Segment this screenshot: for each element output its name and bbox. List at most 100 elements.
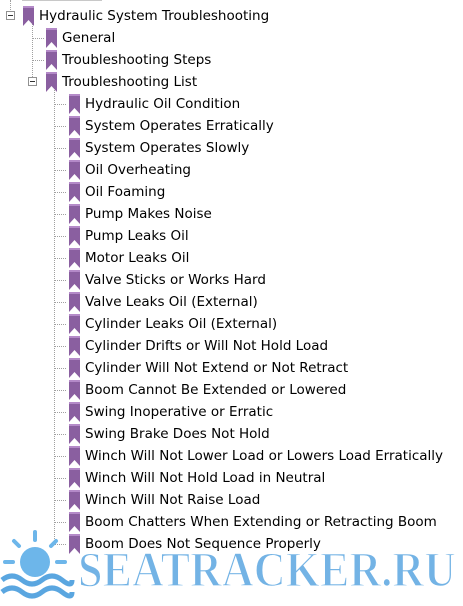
bookmark-icon [69, 336, 80, 356]
bookmark-icon [69, 270, 80, 290]
tree-line [54, 478, 66, 479]
tree-item-label: Troubleshooting Steps [62, 52, 212, 68]
collapse-toggle[interactable] [6, 11, 15, 20]
watermark-text: SEATRACKER.RU [78, 541, 456, 597]
tree-line [54, 88, 55, 543]
tree-item-label: Valve Sticks or Works Hard [85, 272, 266, 288]
tree-line [54, 434, 66, 435]
tree-item-label: Swing Brake Does Not Hold [85, 426, 270, 442]
tree-item[interactable]: Cylinder Will Not Extend or Not Retract [68, 357, 348, 379]
tree-item[interactable]: Swing Brake Does Not Hold [68, 423, 270, 445]
tree-item[interactable]: Valve Leaks Oil (External) [68, 291, 258, 313]
tree-line [54, 214, 66, 215]
tree-item[interactable]: Cylinder Drifts or Will Not Hold Load [68, 335, 328, 357]
collapse-toggle[interactable] [28, 77, 37, 86]
tree-item-label: Oil Foaming [85, 184, 166, 200]
tree-item[interactable]: Motor Leaks Oil [68, 247, 189, 269]
tree-item-troubleshooting-list[interactable]: Troubleshooting List [45, 71, 197, 93]
tree-item[interactable]: Cylinder Leaks Oil (External) [68, 313, 277, 335]
tree-item-label: Cylinder Leaks Oil (External) [85, 316, 278, 332]
tree-item-label: Hydraulic System Troubleshooting [39, 8, 270, 24]
tree-item-label: Winch Will Not Raise Load [85, 492, 261, 508]
tree-item-root[interactable]: Hydraulic System Troubleshooting [22, 5, 269, 27]
tree-item-general[interactable]: General [45, 27, 115, 49]
tree-item[interactable]: Boom Cannot Be Extended or Lowered [68, 379, 346, 401]
bookmark-icon [46, 72, 57, 92]
tree-line [54, 126, 66, 127]
tree-item-label: System Operates Erratically [85, 118, 274, 134]
tree-item[interactable]: Winch Will Not Raise Load [68, 489, 260, 511]
tree-item[interactable]: System Operates Slowly [68, 137, 249, 159]
tree-item-label: Pump Leaks Oil [85, 228, 189, 244]
tree-item-label: Hydraulic Oil Condition [85, 96, 241, 112]
bookmark-icon [69, 314, 80, 334]
tree-item-label: Valve Leaks Oil (External) [85, 294, 258, 310]
bookmark-icon [69, 358, 80, 378]
bookmark-icon [69, 402, 80, 422]
tree-item-label: Boom Cannot Be Extended or Lowered [85, 382, 347, 398]
tree-line [54, 302, 66, 303]
tree-item[interactable]: Oil Overheating [68, 159, 191, 181]
tree-line [54, 500, 66, 501]
bookmark-icon [46, 50, 57, 70]
bookmark-icon [69, 204, 80, 224]
tree-item-label: Oil Overheating [85, 162, 191, 178]
tree-line [32, 38, 44, 39]
tree-item[interactable]: Valve Sticks or Works Hard [68, 269, 266, 291]
tree-item-label: Troubleshooting List [62, 74, 198, 90]
bookmark-icon [69, 446, 80, 466]
bookmark-icon [23, 6, 34, 26]
cut-off-previous-row [22, 0, 102, 1]
tree-line [54, 346, 66, 347]
tree-item[interactable]: Swing Inoperative or Erratic [68, 401, 273, 423]
bookmark-icon [69, 226, 80, 246]
tree-item[interactable]: Pump Makes Noise [68, 203, 212, 225]
tree-line [54, 148, 66, 149]
tree-item[interactable]: Oil Foaming [68, 181, 165, 203]
tree-line [54, 324, 66, 325]
tree-item[interactable]: System Operates Erratically [68, 115, 274, 137]
tree-item-label: Winch Will Not Lower Load or Lowers Load… [85, 448, 444, 464]
bookmark-icon [69, 182, 80, 202]
tree-item-label: Pump Makes Noise [85, 206, 212, 222]
tree-item[interactable]: Pump Leaks Oil [68, 225, 189, 247]
watermark: SEATRACKER.RU [0, 530, 457, 599]
tree-line [54, 522, 66, 523]
tree-line [54, 258, 66, 259]
tree-item-label: Swing Inoperative or Erratic [85, 404, 274, 420]
tree-line [54, 104, 66, 105]
tree-item-label: Cylinder Drifts or Will Not Hold Load [85, 338, 329, 354]
tree-line [54, 280, 66, 281]
tree-line [54, 236, 66, 237]
tree-line [54, 368, 66, 369]
bookmark-icon [46, 28, 57, 48]
bookmark-icon [69, 424, 80, 444]
tree-line [32, 60, 44, 61]
tree-line [54, 170, 66, 171]
tree-line [54, 390, 66, 391]
tree-item[interactable]: Hydraulic Oil Condition [68, 93, 240, 115]
bookmark-tree: Hydraulic System Troubleshooting General… [0, 0, 463, 606]
bookmark-icon [69, 248, 80, 268]
tree-item-label: Cylinder Will Not Extend or Not Retract [85, 360, 349, 376]
bookmark-icon [69, 490, 80, 510]
sun-waves-logo [0, 530, 75, 599]
tree-line [54, 456, 66, 457]
tree-line [32, 24, 33, 81]
tree-line [54, 412, 66, 413]
bookmark-icon [69, 138, 80, 158]
bookmark-icon [69, 380, 80, 400]
tree-item-label: Winch Will Not Hold Load in Neutral [85, 470, 326, 486]
tree-item-label: System Operates Slowly [85, 140, 250, 156]
tree-item-label: General [62, 30, 116, 46]
tree-line [54, 192, 66, 193]
tree-item[interactable]: Winch Will Not Lower Load or Lowers Load… [68, 445, 443, 467]
bookmark-icon [69, 160, 80, 180]
bookmark-icon [69, 468, 80, 488]
bookmark-icon [69, 116, 80, 136]
tree-item-label: Motor Leaks Oil [85, 250, 190, 266]
bookmark-icon [69, 292, 80, 312]
tree-item-troubleshooting-steps[interactable]: Troubleshooting Steps [45, 49, 211, 71]
bookmark-icon [69, 94, 80, 114]
tree-item[interactable]: Winch Will Not Hold Load in Neutral [68, 467, 325, 489]
